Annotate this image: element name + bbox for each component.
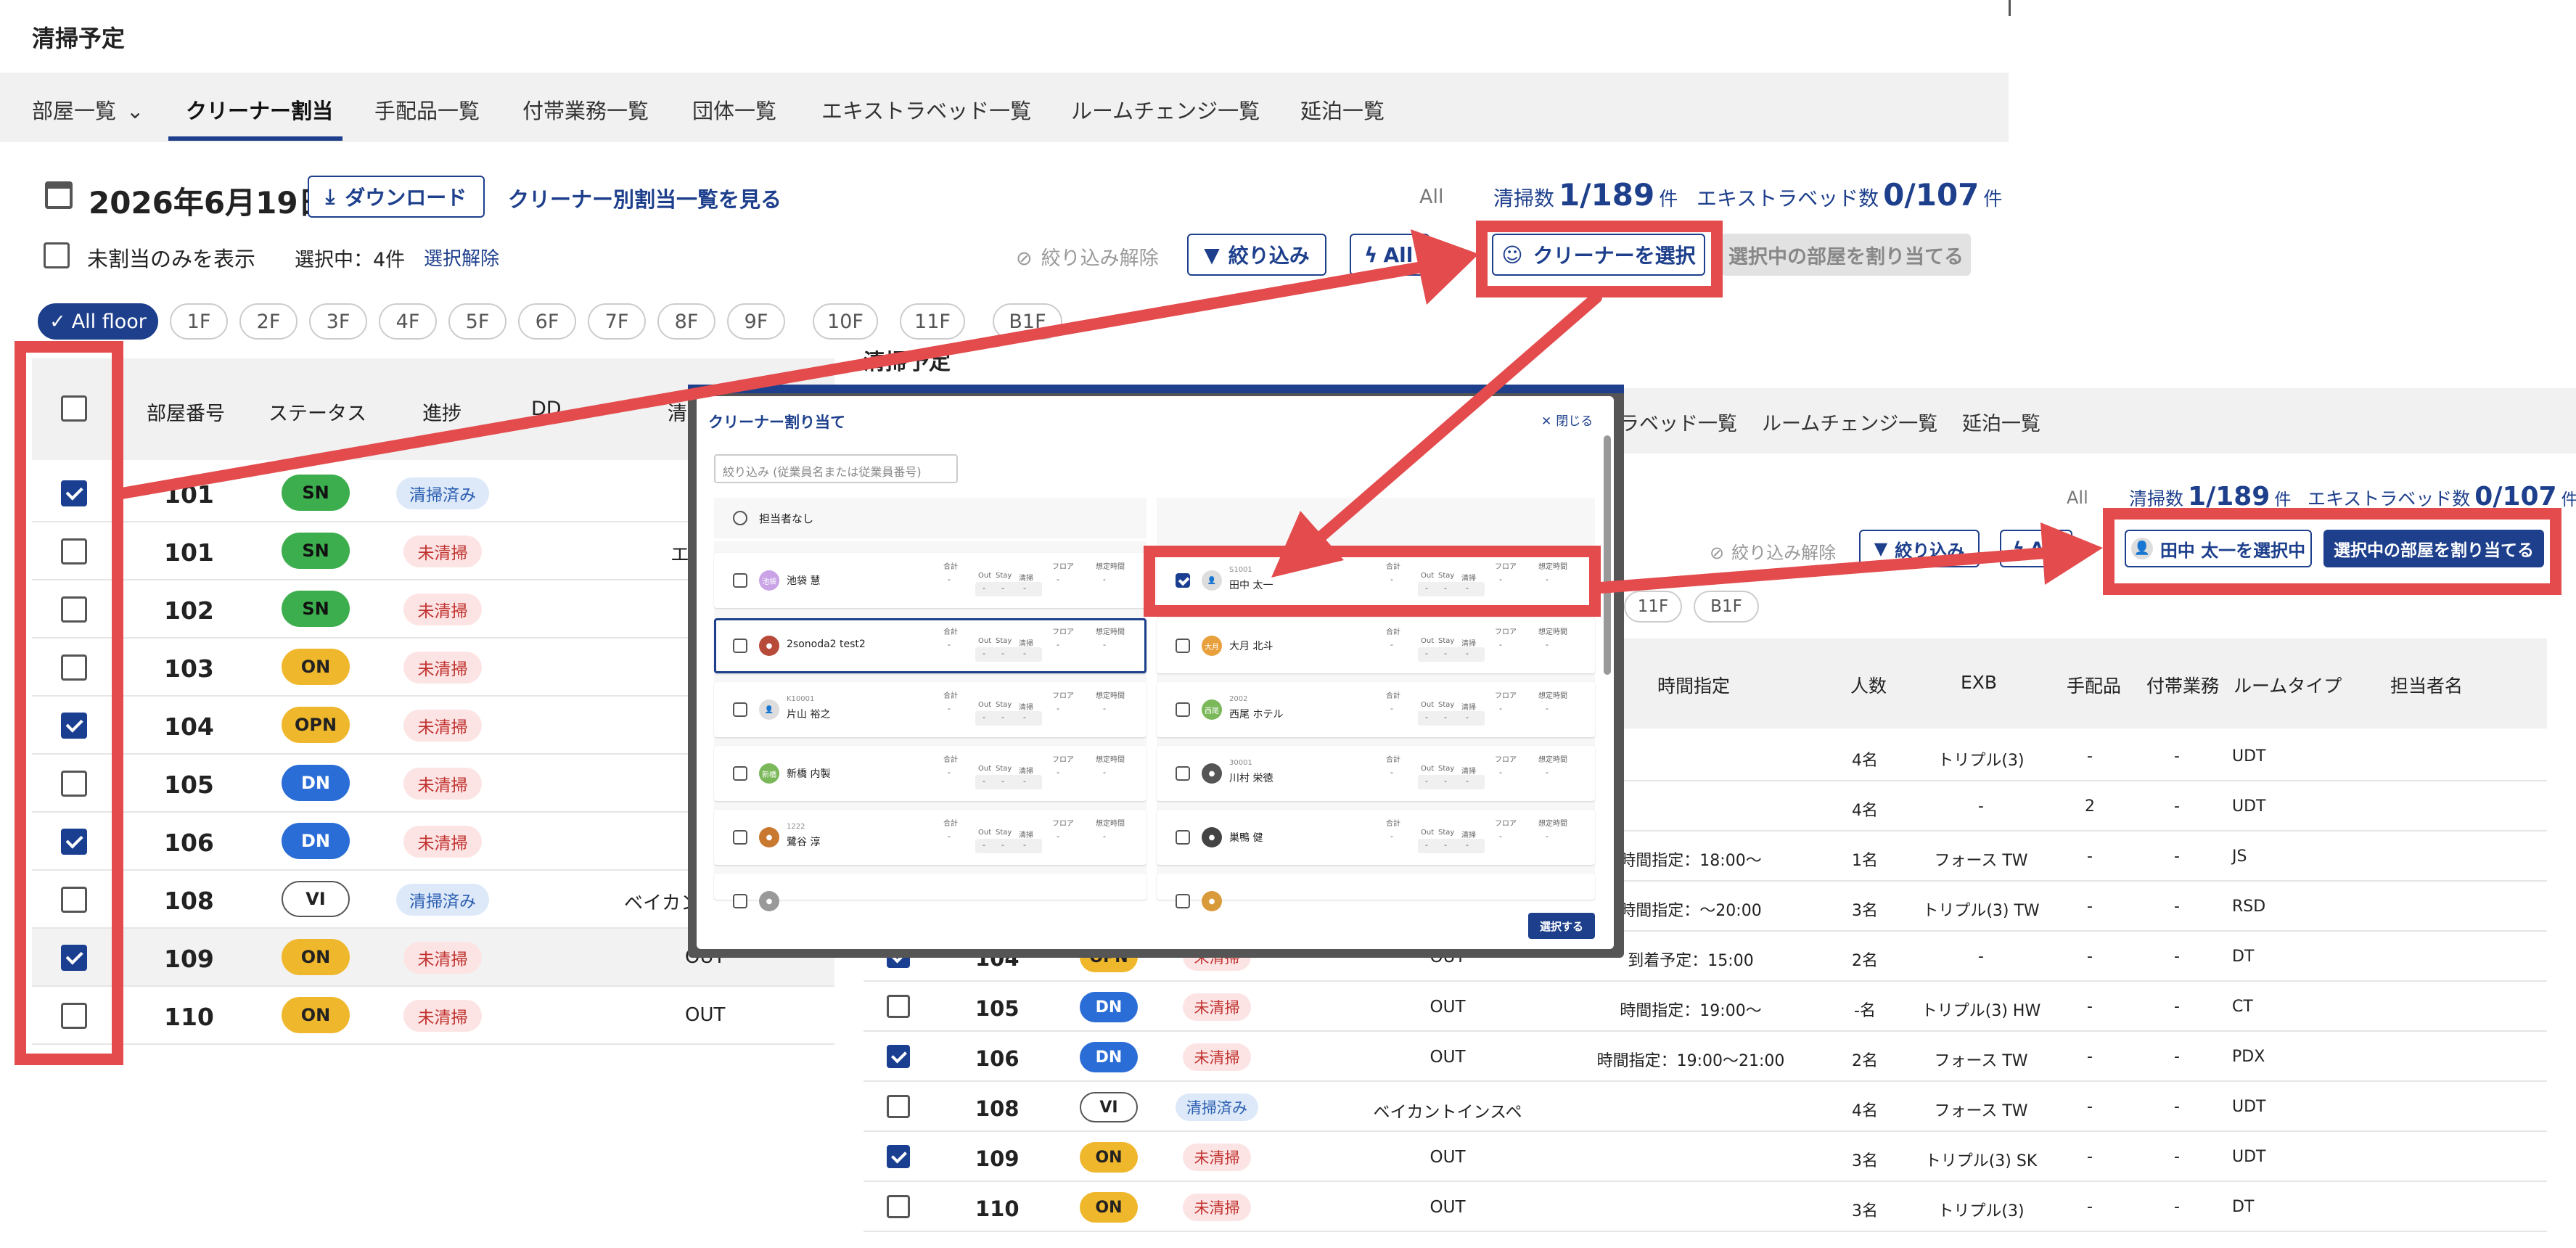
arrowhead xyxy=(2040,522,2103,585)
arrow-checkboxes-to-button xyxy=(116,261,1428,499)
arrow-button-to-card xyxy=(1315,292,1602,543)
arrow-card-to-assign xyxy=(1595,547,2052,594)
annotation-arrows xyxy=(116,229,2103,594)
arrowhead xyxy=(1411,229,1479,305)
